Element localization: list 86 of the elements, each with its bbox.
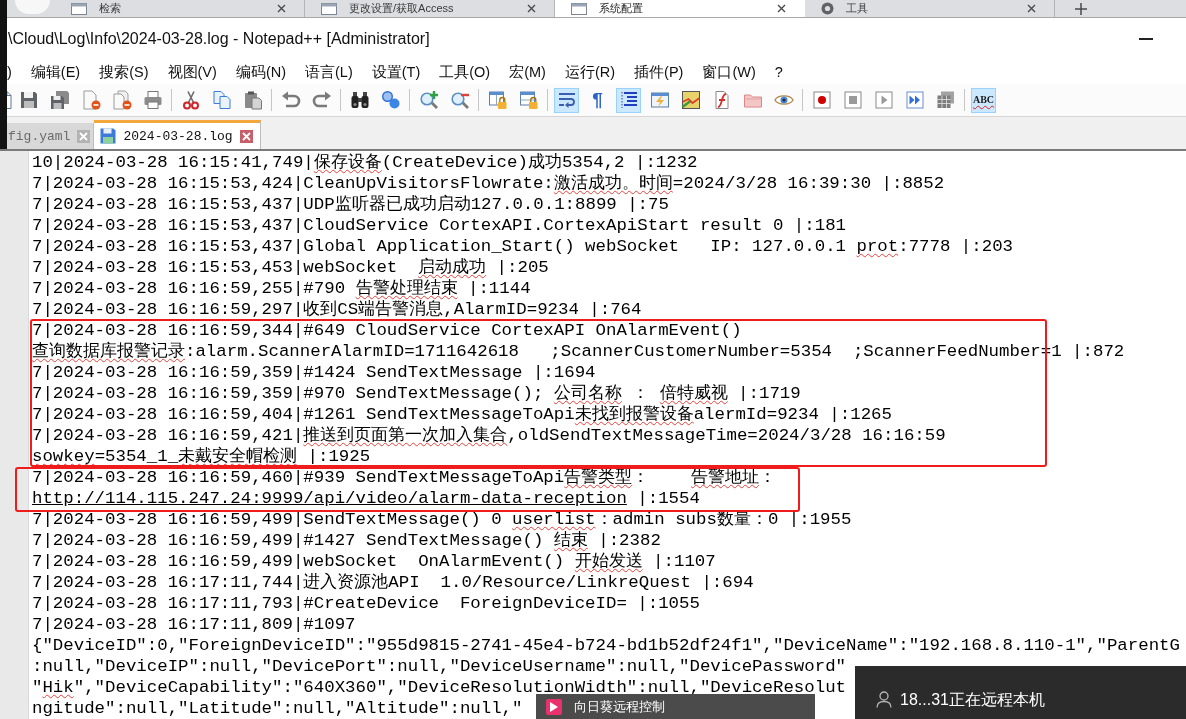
binoculars-icon xyxy=(349,90,370,110)
page-icon xyxy=(71,2,87,15)
menu-item[interactable]: 设置(T) xyxy=(371,62,421,82)
log-line: sowkey=5354_1_未戴安全帽检测 |:1925 xyxy=(32,446,371,467)
close-icon[interactable] xyxy=(777,4,786,13)
close-icon[interactable] xyxy=(277,4,286,13)
undo-icon xyxy=(280,90,301,110)
log-line: ngitude":null,"Latitude":null,"Altitude":null," xyxy=(32,698,523,719)
file-tab[interactable]: fig.yaml xyxy=(7,123,95,149)
log-line: :null,"DeviceIP":null,"DevicePort":null,"DeviceUsername":null,"DevicePassword" xyxy=(32,656,846,677)
log-line: http://114.115.247.24:9999/api/video/alarm-data-reception |:1554 xyxy=(32,488,700,509)
menu-item[interactable]: 运行(R) xyxy=(564,62,616,82)
log-line: 7|2024-03-28 16:16:59,344|#649 CloudService CortexAPI OnAlarmEvent() xyxy=(32,320,742,341)
zoom-out-icon xyxy=(449,90,470,110)
menu-item[interactable]: 编码(N) xyxy=(235,62,286,82)
file-tab[interactable]: 2024-03-28.log xyxy=(94,120,261,149)
log-line: 7|2024-03-28 16:16:59,359|#1424 SendTextMessage |:1694 xyxy=(32,362,596,383)
log-line: {"DeviceID":0,"ForeignDeviceID":"955d9815-2741-45e4-b724-bd1b52df24f1","DeviceName":"192.168.8.110-1","ParentG xyxy=(32,635,1180,656)
menu-item[interactable]: 工具(O) xyxy=(439,62,491,82)
menu-item[interactable]: ) xyxy=(7,62,12,82)
page-minus-icon xyxy=(80,90,101,110)
window-lock-icon xyxy=(487,90,508,110)
redo-icon xyxy=(311,90,332,110)
toolbar-button[interactable]: ¶ xyxy=(585,87,610,113)
log-line: 7|2024-03-28 16:16:59,404|#1261 SendTextMessageToApi未找到报警设备alermId=9234 |:1265 xyxy=(32,404,892,425)
log-line: 7|2024-03-28 16:15:53,453|webSocket 启动成功 |:205 xyxy=(32,257,549,278)
url-link[interactable]: http://114.115.247.24:9999/api/video/alarm-data-reception xyxy=(32,489,627,508)
close-icon[interactable] xyxy=(239,129,253,143)
menu-item[interactable]: 编辑(E) xyxy=(30,62,81,82)
log-line: 7|2024-03-28 16:16:59,297|收到CS端告警消息,AlarmID=9234 |:764 xyxy=(32,299,642,320)
map-icon xyxy=(680,90,701,110)
wrap-icon xyxy=(556,90,577,110)
log-line: 7|2024-03-28 16:17:11,809|#1097 xyxy=(32,614,356,635)
log-line: 7|2024-03-28 16:16:59,359|#970 SendTextMessage(); 公司名称 ： 倍特威视 |:1719 xyxy=(32,383,801,404)
log-line: 7|2024-03-28 16:16:59,255|#790 告警处理结束 |:1144 xyxy=(32,278,531,299)
log-line: 7|2024-03-28 16:16:59,499|webSocket OnAlarmEvent() 开始发送 |:1107 xyxy=(32,551,716,572)
copy-icon xyxy=(211,90,232,110)
toolbar-button[interactable]: ABC xyxy=(971,87,996,113)
printer-icon xyxy=(142,90,163,110)
overlapping-circles-icon xyxy=(380,90,401,110)
person-icon xyxy=(876,691,892,708)
browser-tab[interactable]: 工具 xyxy=(805,0,1055,17)
log-line: 10|2024-03-28 16:15:41,749|保存设备(CreateDevice)成功5354,2 |:1232 xyxy=(32,152,698,173)
grid-stack-icon xyxy=(935,90,956,110)
log-line: 7|2024-03-28 16:16:59,421|推送到页面第一次加入集合,oldSendTextMessageTime=2024/3/28 16:16:59 xyxy=(32,425,946,446)
log-line: 7|2024-03-28 16:15:53,437|CloudService CortexAPI.CortexApiStart result 0 |:181 xyxy=(32,215,846,236)
record-icon xyxy=(811,90,832,110)
close-icon[interactable] xyxy=(1027,4,1036,13)
log-line: 7|2024-03-28 16:15:53,424|CleanUpVisitorsFlowrate:激活成功。时间=2024/3/28 16:39:30 |:8852 xyxy=(32,173,945,194)
browser-tab[interactable]: 检索 xyxy=(55,0,305,17)
menu-item[interactable]: 窗口(W) xyxy=(702,62,756,82)
app-logo-icon xyxy=(546,698,562,715)
browser-tab[interactable]: 系统配置 xyxy=(555,0,805,17)
menu-item[interactable]: 宏(M) xyxy=(509,62,546,82)
stop-icon xyxy=(842,90,863,110)
fast-forward-icon xyxy=(904,90,925,110)
log-line: 7|2024-03-28 16:16:59,499|SendTextMessage() 0 userlist：admin subs数量：0 |:1955 xyxy=(32,509,852,530)
plus-icon[interactable] xyxy=(1075,2,1087,15)
log-line: 7|2024-03-28 16:15:53,437|UDP监听器已成功启动127.0.0.1:8899 |:75 xyxy=(32,194,669,215)
menu-item[interactable]: ? xyxy=(774,62,783,82)
indent-guide-icon xyxy=(618,90,639,110)
log-line: 7|2024-03-28 16:17:11,793|#CreateDevice ForeignDeviceID= |:1055 xyxy=(32,593,700,614)
menu-item[interactable]: 语言(L) xyxy=(305,62,353,82)
taskbar-button[interactable]: 向日葵远程控制 xyxy=(536,694,815,719)
log-line: 7|2024-03-28 16:17:11,744|进入资源池API 1.0/Resource/LinkreQuest |:694 xyxy=(32,572,754,593)
clipboard-icon xyxy=(242,90,263,110)
browser-tab[interactable]: 更改设置/获取Access xyxy=(305,0,555,17)
stacked-floppy-disks-icon xyxy=(49,90,70,110)
page-icon xyxy=(321,2,337,15)
window-lightning-icon xyxy=(649,90,670,110)
window-lock-icon xyxy=(518,90,539,110)
toolbar-button[interactable] xyxy=(616,87,641,113)
log-line: 7|2024-03-28 16:16:59,460|#939 SendTextMessageToApi告警类型： 告警地址： xyxy=(32,467,776,488)
log-line: 7|2024-03-28 16:15:53,437|Global Application_Start() webSocket IP: 127.0.0.1 prot:7778 |:203 xyxy=(32,236,1013,257)
scissors-icon xyxy=(180,90,201,110)
close-icon[interactable] xyxy=(527,4,536,13)
page-icon xyxy=(571,2,587,15)
window-title: \Cloud\Log\Info\2024-03-28.log - Notepad++ [Administrator] xyxy=(8,30,430,48)
menu-item[interactable]: 插件(P) xyxy=(634,62,684,82)
play-icon xyxy=(873,90,894,110)
zoom-in-icon xyxy=(418,90,439,110)
notification-text: 18...31正在远程本机 xyxy=(900,689,1045,710)
menu-item[interactable]: 搜索(S) xyxy=(99,62,149,82)
menu-item[interactable]: 视图(V) xyxy=(167,62,217,82)
stacked-pages-minus-icon xyxy=(111,90,132,110)
log-line: 7|2024-03-28 16:16:59,499|#1427 SendTextMessage() 结束 |:2382 xyxy=(32,530,661,551)
